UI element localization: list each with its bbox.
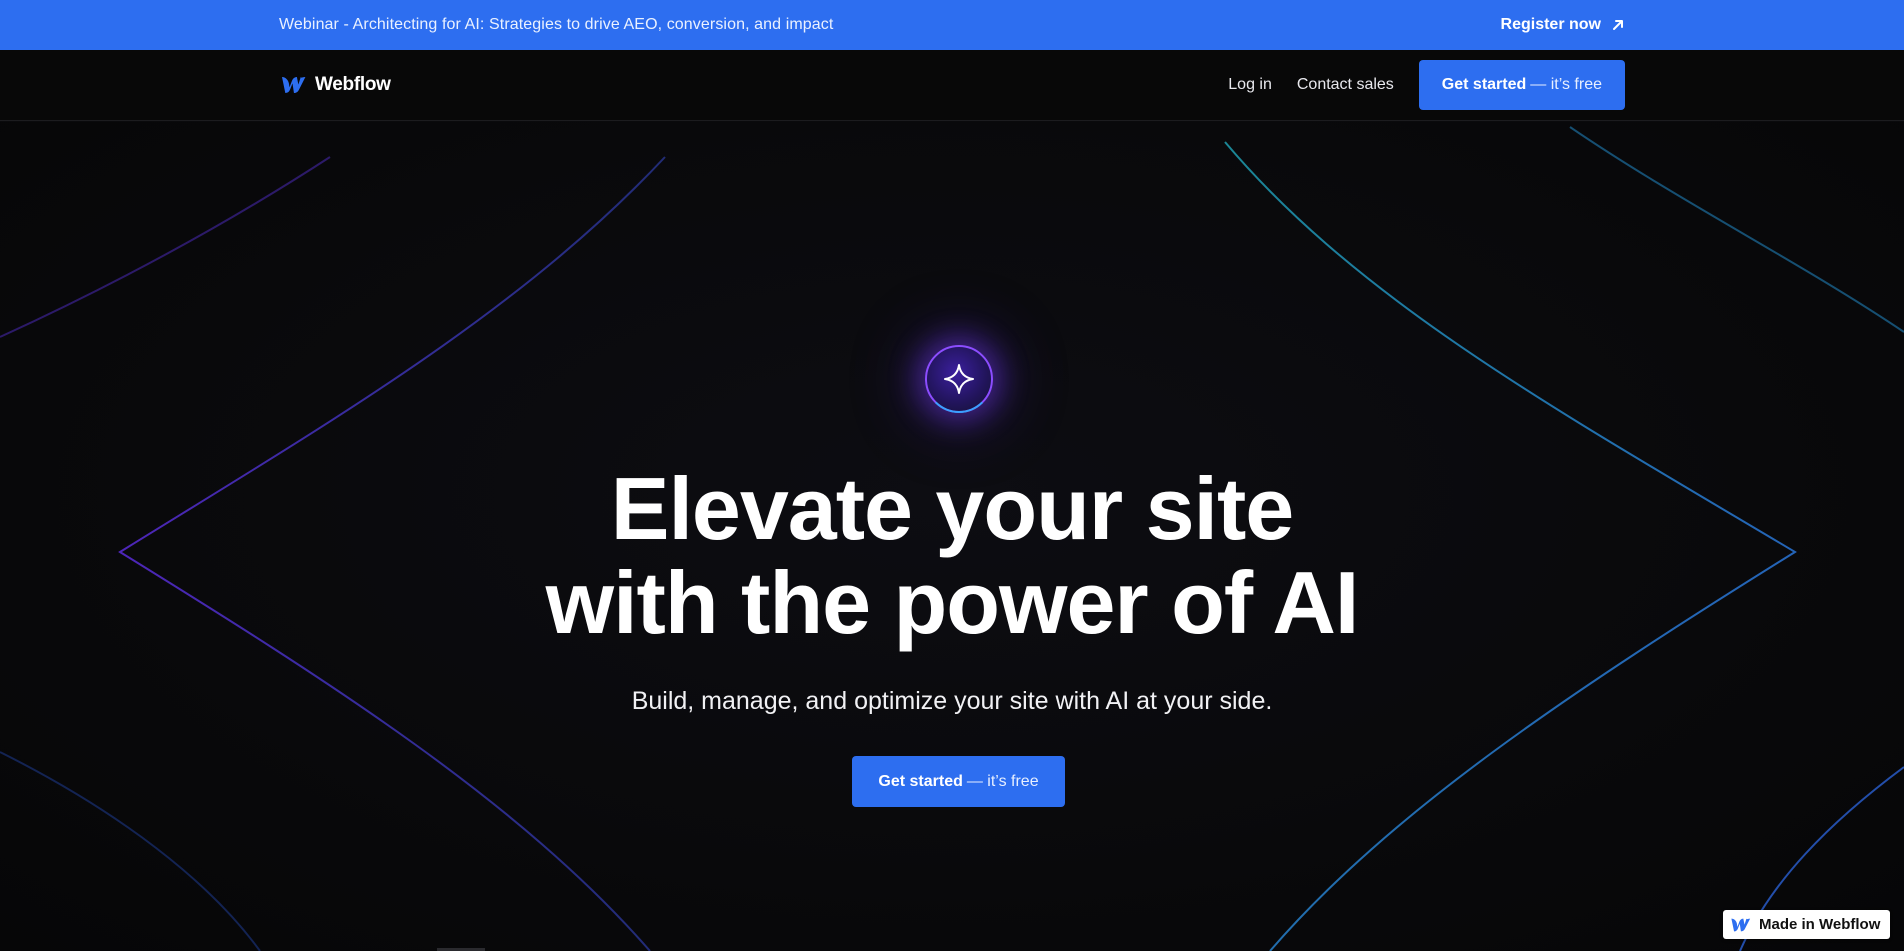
nav-actions: Log in Contact sales Get started — it’s …: [1228, 60, 1625, 110]
ai-orb: [925, 345, 993, 413]
webflow-logo-icon: [1731, 918, 1751, 931]
sparkle-icon: [944, 364, 974, 394]
register-now-label: Register now: [1500, 16, 1601, 33]
nav-get-started-button[interactable]: Get started — it’s free: [1418, 60, 1625, 110]
hero-title: Elevate your site with the power of AI: [0, 462, 1904, 650]
arrow-up-right-icon: [1613, 20, 1623, 30]
login-link[interactable]: Log in: [1228, 76, 1272, 94]
hero-title-line-2: with the power of AI: [545, 553, 1360, 652]
webflow-logo-link[interactable]: Webflow: [279, 74, 391, 96]
hero-get-started-button[interactable]: Get started — it’s free: [852, 756, 1065, 807]
badge-label: Made in Webflow: [1759, 916, 1881, 933]
hero-title-line-1: Elevate your site: [610, 459, 1294, 558]
hero-cta-light: — it’s free: [966, 772, 1039, 790]
nav-cta-light: — it’s free: [1530, 76, 1602, 93]
hero-subtitle: Build, manage, and optimize your site wi…: [631, 687, 1273, 715]
logo-wordmark: Webflow: [315, 74, 391, 95]
webflow-logo-icon: [282, 77, 306, 93]
hero-cta-strong: Get started: [878, 772, 963, 790]
main-nav: Webflow Log in Contact sales Get started…: [0, 50, 1904, 121]
register-now-link[interactable]: Register now: [1501, 16, 1625, 34]
contact-sales-link[interactable]: Contact sales: [1297, 76, 1394, 94]
made-in-webflow-badge[interactable]: Made in Webflow: [1723, 910, 1890, 939]
nav-cta-strong: Get started: [1441, 76, 1527, 93]
hero-section: Elevate your site with the power of AI B…: [0, 122, 1904, 951]
banner-text: Webinar - Architecting for AI: Strategie…: [279, 16, 834, 33]
announcement-banner: Webinar - Architecting for AI: Strategie…: [0, 0, 1904, 50]
